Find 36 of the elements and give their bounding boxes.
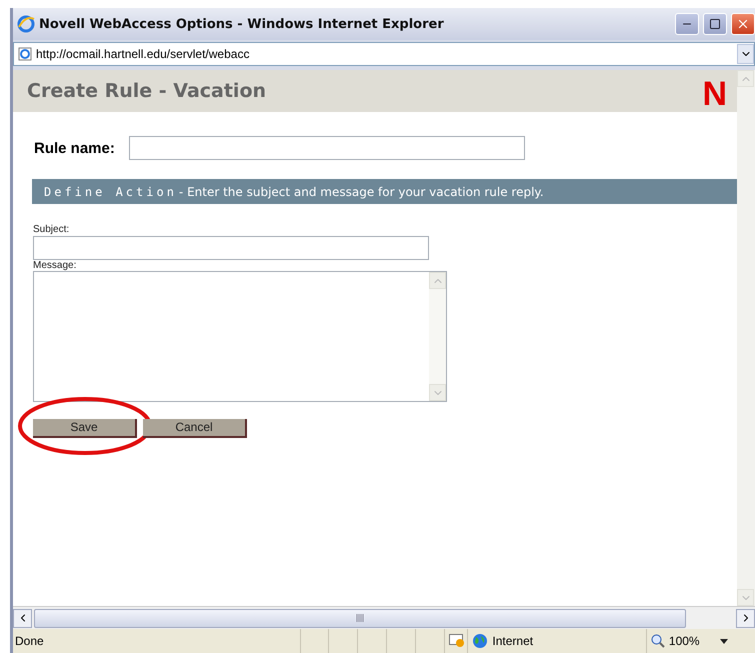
vertical-scrollbar[interactable] (737, 70, 755, 606)
field-label: Message: (33, 260, 78, 271)
maximize-button[interactable] (703, 13, 727, 35)
scroll-left-button[interactable] (13, 608, 32, 628)
globe-icon (472, 633, 488, 649)
window-title: Novell WebAccess Options - Windows Internet Explorer (39, 16, 445, 32)
grip-icon (356, 614, 364, 622)
zoom-level[interactable]: 100% (668, 634, 700, 648)
section-heading: Define Action (44, 184, 177, 198)
maximize-icon (709, 18, 721, 30)
close-button[interactable] (731, 13, 755, 35)
zoom-icon (650, 634, 665, 648)
dropdown-button[interactable] (737, 44, 754, 64)
form-button[interactable]: Cancel (143, 418, 247, 438)
rule-name-field[interactable] (128, 136, 525, 160)
scroll-down-button[interactable] (429, 384, 446, 401)
form-button[interactable]: Save (33, 418, 137, 438)
warning-icon (448, 634, 465, 648)
logo: N (702, 77, 727, 111)
scroll-up-button[interactable] (737, 70, 754, 87)
zone-text: Internet (492, 634, 534, 648)
caret-icon[interactable] (720, 638, 728, 644)
close-icon (736, 17, 750, 31)
field-label: Rule name: (34, 140, 115, 156)
scroll-right-button[interactable] (736, 608, 755, 628)
status-text: Done (14, 634, 45, 648)
scroll-thumb[interactable] (34, 608, 686, 628)
field-label: Subject: (33, 224, 70, 235)
address-field[interactable]: http://ocmail.hartnell.edu/servlet/webacc (13, 42, 755, 66)
page-title: Create Rule - Vacation (27, 80, 266, 102)
message-field[interactable] (33, 271, 447, 402)
page-icon (18, 47, 32, 61)
subject-field[interactable] (33, 236, 429, 260)
browser-logo-icon (17, 15, 35, 33)
section-description: - Enter the subject and message for your vacation rule reply. (178, 184, 544, 198)
scroll-up-button[interactable] (429, 272, 446, 289)
